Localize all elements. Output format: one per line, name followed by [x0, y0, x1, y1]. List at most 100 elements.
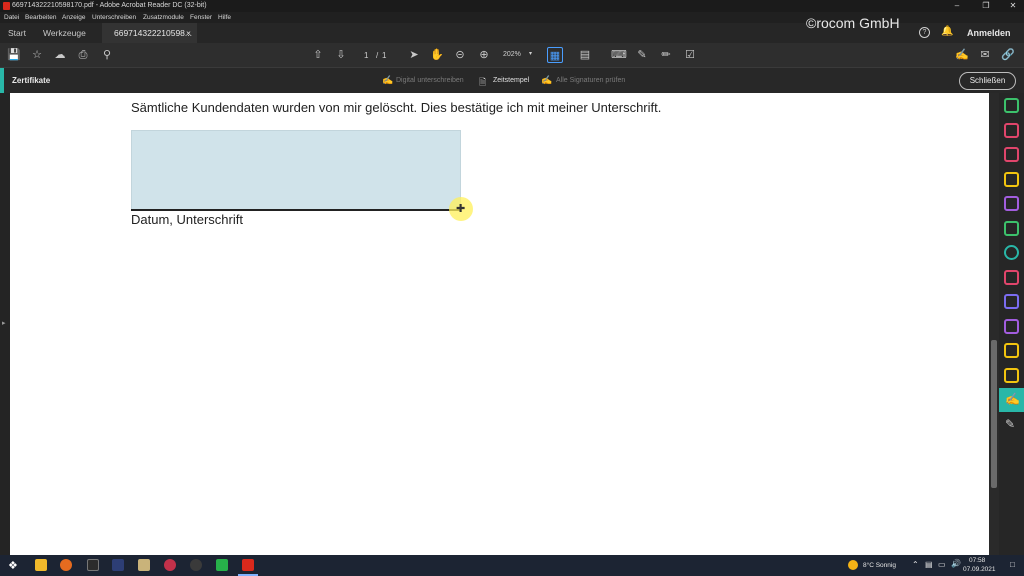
comment-icon[interactable]: ⌨: [611, 47, 627, 63]
page-separator: /: [376, 51, 379, 60]
menu-bearbeiten[interactable]: Bearbeiten: [25, 14, 56, 21]
digital-sign-button[interactable]: Digital unterschreiben: [396, 77, 464, 84]
fill-and-sign-icon[interactable]: [1004, 270, 1019, 285]
combine-files-icon[interactable]: [1004, 196, 1019, 211]
expand-left-panel-icon[interactable]: ▸: [2, 319, 6, 327]
volume-icon[interactable]: 🔊: [951, 559, 961, 568]
highlight-pen-icon[interactable]: ✎: [634, 47, 650, 63]
tab-bar: Start Werkzeuge 669714322210598... × ©ro…: [0, 15, 1024, 43]
restore-button[interactable]: ❐: [976, 0, 996, 12]
windows-taskbar: ❖ 8°C Sonnig ⌃ ▤ ▭ 🔊 07:58 07.09.2021 □: [0, 555, 1024, 576]
signature-line: [131, 209, 461, 211]
menu-fenster[interactable]: Fenster: [190, 14, 212, 21]
accent-stripe: [0, 68, 4, 94]
right-tools-panel: ✍ ✎: [999, 93, 1024, 555]
window-title: 669714322210598170.pdf - Adobe Acrobat R…: [12, 2, 207, 9]
weather-sun-icon: [848, 560, 858, 570]
sign-pen-icon[interactable]: ✍: [954, 47, 970, 63]
send-for-review-icon[interactable]: [1004, 343, 1019, 358]
menu-zusatzmodule[interactable]: Zusatzmodule: [143, 14, 184, 21]
close-window-button[interactable]: ✕: [1003, 0, 1023, 12]
tab-close-button[interactable]: ×: [186, 23, 191, 43]
tab-werkzeuge[interactable]: Werkzeuge: [43, 23, 86, 43]
comment-tool-icon[interactable]: [1004, 172, 1019, 187]
fit-page-icon[interactable]: ▦: [547, 47, 563, 63]
save-icon[interactable]: 💾: [6, 47, 22, 63]
tray-chevron-icon[interactable]: ⌃: [912, 560, 919, 569]
statement-text: Sämtliche Kundendaten wurden von mir gel…: [131, 100, 662, 115]
edit-pdf-icon[interactable]: [1004, 221, 1019, 236]
network-icon[interactable]: ▤: [925, 560, 933, 569]
display-icon[interactable]: ▭: [938, 560, 946, 569]
bell-icon[interactable]: 🔔: [941, 26, 953, 37]
organize-pages-icon[interactable]: [1004, 123, 1019, 138]
share-link-icon[interactable]: 🔗: [1000, 47, 1016, 63]
clock-date[interactable]: 07.09.2021: [963, 566, 996, 573]
obs-icon[interactable]: [190, 559, 202, 571]
green-app-icon[interactable]: [216, 559, 228, 571]
zoom-level-select[interactable]: 202%: [503, 51, 521, 58]
scroll-mode-icon[interactable]: ▤: [577, 47, 593, 63]
menu-unterschreiben[interactable]: Unterschreiben: [92, 14, 136, 21]
zoom-out-icon[interactable]: ⊝: [452, 47, 468, 63]
timestamp-icon: 🗎: [479, 77, 487, 87]
menu-datei[interactable]: Datei: [4, 14, 19, 21]
app-window-icon[interactable]: [112, 559, 124, 571]
acrobat-taskbar-icon[interactable]: [242, 559, 254, 571]
create-pdf-icon[interactable]: [1004, 147, 1019, 162]
notifications-icon[interactable]: □: [1010, 560, 1015, 569]
clock-time[interactable]: 07:58: [969, 557, 985, 564]
print-icon[interactable]: ⎙: [75, 47, 91, 63]
windows-start-icon[interactable]: ❖: [8, 559, 18, 572]
draw-icon[interactable]: ✏: [658, 47, 674, 63]
export-pdf-icon[interactable]: [1004, 98, 1019, 113]
signin-button[interactable]: Anmelden: [967, 28, 1011, 38]
validate-all-button[interactable]: Alle Signaturen prüfen: [556, 77, 625, 84]
fill-sign-icon[interactable]: ☑: [682, 47, 698, 63]
certbar-title: Zertifikate: [12, 76, 51, 85]
help-icon[interactable]: ?: [919, 27, 930, 38]
timestamp-button[interactable]: Zeitstempel: [493, 77, 529, 84]
ccleaner-icon[interactable]: [164, 559, 176, 571]
terminal-icon[interactable]: [87, 559, 99, 571]
close-certificates-button[interactable]: Schließen: [959, 72, 1016, 90]
search-icon[interactable]: ⚲: [99, 47, 115, 63]
title-bar: 669714322210598170.pdf - Adobe Acrobat R…: [0, 0, 1024, 12]
digital-sign-icon: ✍: [382, 75, 394, 85]
mail-icon[interactable]: ✉: [977, 47, 993, 63]
file-explorer-icon[interactable]: [35, 559, 47, 571]
watermark-text: ©rocom GmbH: [806, 15, 900, 31]
minimize-button[interactable]: –: [947, 0, 967, 12]
tab-document-label: 669714322210598...: [114, 28, 192, 38]
signature-field[interactable]: [131, 130, 461, 210]
zoom-in-icon[interactable]: ⊕: [476, 47, 492, 63]
scrollbar-thumb[interactable]: [991, 340, 997, 488]
toolbar: 💾 ☆ ☁ ⎙ ⚲ ⇧ ⇩ 1 / 1 ➤ ✋ ⊝ ⊕ 202% ▾ ▦ ▤ ⌨…: [0, 43, 1024, 67]
page-up-icon[interactable]: ⇧: [310, 47, 326, 63]
select-cursor-icon[interactable]: ➤: [406, 47, 422, 63]
page-current-input[interactable]: 1: [364, 51, 368, 60]
menu-hilfe[interactable]: Hilfe: [218, 14, 231, 21]
bookmark-star-icon[interactable]: ☆: [29, 47, 45, 63]
more-tools-icon[interactable]: ✎: [1005, 417, 1015, 431]
measure-icon[interactable]: [1004, 368, 1019, 383]
zoom-dropdown-chevron-icon[interactable]: ▾: [529, 50, 532, 57]
cloud-upload-icon[interactable]: ☁: [52, 47, 68, 63]
weather-text[interactable]: 8°C Sonnig: [863, 562, 896, 569]
left-panel-strip: ▸: [0, 93, 10, 555]
tab-start[interactable]: Start: [8, 23, 26, 43]
request-signature-icon[interactable]: [1004, 319, 1019, 334]
notes-app-icon[interactable]: [138, 559, 150, 571]
scan-ocr-icon[interactable]: [1004, 245, 1019, 260]
protect-icon[interactable]: [1004, 294, 1019, 309]
certificates-tool-active[interactable]: ✍: [999, 388, 1024, 412]
page-down-icon[interactable]: ⇩: [333, 47, 349, 63]
firefox-icon[interactable]: [60, 559, 72, 571]
crosshair-cursor-icon: ✚: [456, 203, 466, 215]
menu-anzeige[interactable]: Anzeige: [62, 14, 86, 21]
hand-tool-icon[interactable]: ✋: [429, 47, 445, 63]
tab-document[interactable]: 669714322210598... ×: [102, 23, 197, 43]
document-page: Sämtliche Kundendaten wurden von mir gel…: [10, 93, 989, 555]
vertical-scrollbar[interactable]: [989, 93, 999, 555]
certificates-bar: Zertifikate ✍ Digital unterschreiben 🗎 Z…: [0, 67, 1024, 94]
